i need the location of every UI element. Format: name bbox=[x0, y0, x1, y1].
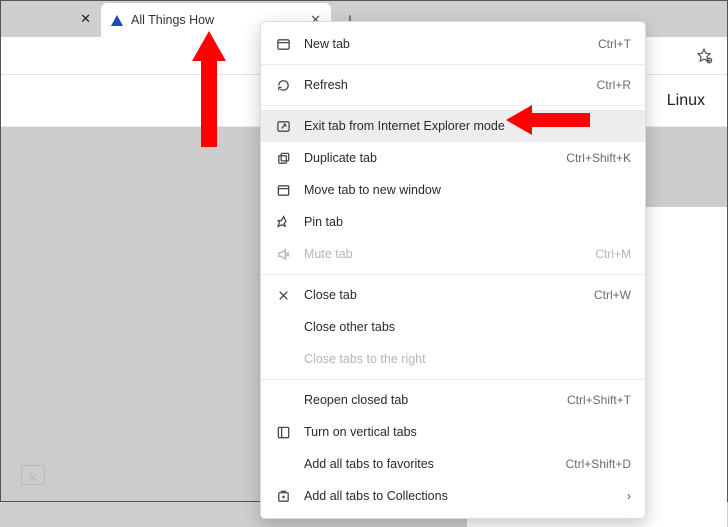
annotation-arrow-right bbox=[506, 105, 590, 135]
mute-icon bbox=[275, 246, 291, 262]
menu-item-duplicate-tab[interactable]: Duplicate tab Ctrl+Shift+K bbox=[261, 142, 645, 174]
tab-context-menu: New tab Ctrl+T Refresh Ctrl+R Exit tab f… bbox=[260, 21, 646, 519]
favorites-icon[interactable] bbox=[695, 47, 713, 65]
menu-item-close-other-tabs[interactable]: Close other tabs bbox=[261, 311, 645, 343]
menu-separator bbox=[261, 379, 645, 380]
image-placeholder-icon bbox=[21, 465, 45, 485]
chevron-right-icon: › bbox=[627, 489, 631, 503]
new-tab-icon bbox=[275, 36, 291, 52]
close-icon: ✕ bbox=[80, 11, 91, 27]
menu-item-refresh[interactable]: Refresh Ctrl+R bbox=[261, 69, 645, 101]
refresh-icon bbox=[275, 77, 291, 93]
menu-item-close-tabs-right: Close tabs to the right bbox=[261, 343, 645, 375]
menu-item-add-tabs-collections[interactable]: Add all tabs to Collections › bbox=[261, 480, 645, 512]
shortcut: Ctrl+Shift+K bbox=[566, 151, 631, 165]
pin-icon bbox=[275, 214, 291, 230]
window-icon bbox=[275, 182, 291, 198]
menu-item-reopen-closed-tab[interactable]: Reopen closed tab Ctrl+Shift+T bbox=[261, 384, 645, 416]
menu-item-move-tab[interactable]: Move tab to new window bbox=[261, 174, 645, 206]
menu-item-close-tab[interactable]: Close tab Ctrl+W bbox=[261, 279, 645, 311]
exit-ie-mode-icon bbox=[275, 118, 291, 134]
vertical-tabs-icon bbox=[275, 424, 291, 440]
shortcut: Ctrl+Shift+D bbox=[566, 457, 631, 471]
menu-item-pin-tab[interactable]: Pin tab bbox=[261, 206, 645, 238]
shortcut: Ctrl+T bbox=[598, 37, 631, 51]
menu-item-mute-tab: Mute tab Ctrl+M bbox=[261, 238, 645, 270]
menu-separator bbox=[261, 274, 645, 275]
close-icon bbox=[275, 287, 291, 303]
duplicate-icon bbox=[275, 150, 291, 166]
previous-tab-close[interactable]: ✕ bbox=[1, 1, 101, 37]
shortcut: Ctrl+R bbox=[597, 78, 631, 92]
menu-item-new-tab[interactable]: New tab Ctrl+T bbox=[261, 28, 645, 60]
annotation-arrow-up bbox=[201, 31, 226, 147]
shortcut: Ctrl+Shift+T bbox=[567, 393, 631, 407]
shortcut: Ctrl+M bbox=[595, 247, 631, 261]
site-favicon-icon bbox=[111, 15, 123, 26]
menu-item-vertical-tabs[interactable]: Turn on vertical tabs bbox=[261, 416, 645, 448]
menu-item-add-tabs-favorites[interactable]: Add all tabs to favorites Ctrl+Shift+D bbox=[261, 448, 645, 480]
nav-link-linux[interactable]: Linux bbox=[667, 92, 705, 110]
menu-separator bbox=[261, 64, 645, 65]
shortcut: Ctrl+W bbox=[594, 288, 631, 302]
